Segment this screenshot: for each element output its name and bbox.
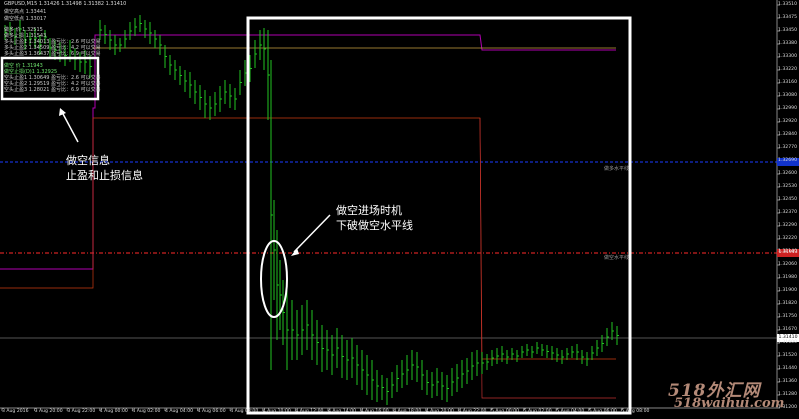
time-axis-label: 5 Aug 00:00	[491, 409, 520, 414]
time-axis-label: 3 Aug 20:00	[34, 409, 63, 414]
price-axis-label: 1.32770	[778, 145, 797, 150]
annotation-entry-timing: 做空进场时机	[336, 204, 402, 217]
price-axis-label: 1.33510	[778, 2, 797, 7]
time-axis-label: 4 Aug 18:00	[393, 409, 422, 414]
price-axis-label: 1.32600	[778, 171, 797, 176]
price-axis-label: 1.31520	[778, 353, 797, 358]
price-axis-label: 1.31440	[778, 366, 797, 371]
price-axis-label: 1.32920	[778, 119, 797, 124]
annotation-break-level: 下破做空水平线	[336, 219, 413, 232]
time-axis-label: 4 Aug 14:00	[328, 409, 357, 414]
annotation-short-info: 做空信息	[66, 154, 110, 167]
price-axis-label: 1.33160	[778, 80, 797, 85]
price-axis-label: 1.31900	[778, 288, 797, 293]
time-axis-label: 4 Aug 02:00	[132, 409, 161, 414]
price-axis-label: 1.32990	[778, 106, 797, 111]
price-axis-label: 1.32690	[778, 158, 797, 163]
price-axis-label: 1.33450	[778, 28, 797, 33]
time-axis-label: 4 Aug 04:00	[165, 409, 194, 414]
price-axis-label: 1.33220	[778, 67, 797, 72]
takeprofit-line-2	[479, 117, 616, 399]
price-axis-label: 1.32140	[778, 249, 797, 254]
time-axis-label: 4 Aug 00:00	[99, 409, 128, 414]
time-axis-label: 4 Aug 06:00	[197, 409, 226, 414]
time-axis-label: 4 Aug 10:00	[262, 409, 291, 414]
price-axis-label: 1.32530	[778, 184, 797, 189]
price-axis-label: 1.32370	[778, 210, 797, 215]
price-axis-label: 1.32290	[778, 223, 797, 228]
time-axis-label: 5 Aug 06:00	[588, 409, 617, 414]
time-axis-label: 4 Aug 20:00	[425, 409, 454, 414]
price-axis-label: 1.31820	[778, 301, 797, 306]
arrow-head-entry	[291, 248, 299, 256]
price-axis-label: 1.31980	[778, 275, 797, 280]
price-axis-label: 1.31670	[778, 327, 797, 332]
price-axis-label: 1.32840	[778, 132, 797, 137]
time-axis-label: 3 Aug 2016	[2, 409, 29, 414]
price-axis-label: 1.32220	[778, 236, 797, 241]
time-axis-label: 4 Aug 22:00	[458, 409, 487, 414]
price-axis-label: 1.33475	[778, 15, 797, 20]
short-high-line: 做空高点 1.33441	[4, 9, 47, 15]
annotation-tp-sl-info: 止盈和止损信息	[66, 169, 143, 182]
stop-line	[0, 34, 616, 270]
price-axis-label: 1.31750	[778, 314, 797, 319]
long-tp3-line: 多头止盈3 1.36437 盈亏比：6.9 可以交易	[4, 51, 101, 57]
chart-window[interactable]: GBPUSD,M15 1.31426 1.31498 1.31382 1.314…	[0, 0, 799, 419]
time-axis-label: 4 Aug 16:00	[360, 409, 389, 414]
arrow-head-info	[59, 108, 66, 116]
price-axis-label: 1.31600	[778, 340, 797, 345]
time-axis-label: 4 Aug 08:00	[230, 409, 259, 414]
arrow-to-info	[61, 111, 79, 143]
symbol-title: GBPUSD,M15 1.31426 1.31498 1.31382 1.314…	[4, 1, 127, 7]
time-axis-label: 3 Aug 22:00	[67, 409, 96, 414]
arrow-to-entry	[293, 214, 331, 253]
time-axis-label: 5 Aug 08:00	[621, 409, 650, 414]
short-level-label: 做空水平线	[604, 255, 630, 261]
price-axis-label: 1.33300	[778, 54, 797, 59]
short-low-line: 做空低点 1.33017	[4, 16, 47, 22]
time-axis-label: 5 Aug 04:00	[556, 409, 585, 414]
price-axis-label: 1.32060	[778, 262, 797, 267]
price-axis-label: 1.33380	[778, 41, 797, 46]
entry-highlight-box	[246, 16, 632, 415]
price-axis-label: 1.33080	[778, 93, 797, 98]
short-tp3-line: 空头止盈3 1.28021 盈亏比：6.9 可以交易	[4, 87, 101, 93]
long-level-label: 做多水平线	[604, 166, 630, 172]
time-axis-label: 4 Aug 12:00	[295, 409, 324, 414]
time-axis-label: 5 Aug 02:00	[523, 409, 552, 414]
price-axis-label: 1.32450	[778, 197, 797, 202]
watermark-logo: 518外汇网 518waihui.com	[668, 376, 794, 412]
watermark-url: 518waihui.com	[674, 396, 785, 411]
